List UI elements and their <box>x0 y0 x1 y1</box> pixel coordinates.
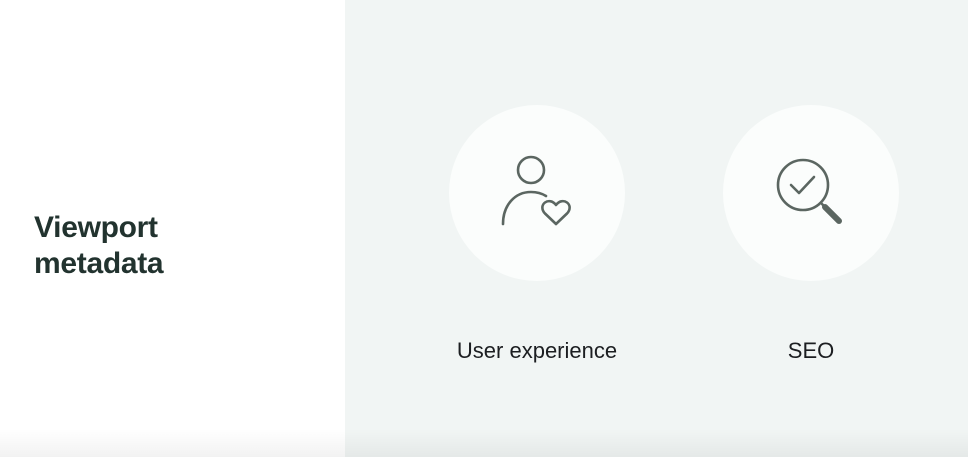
search-check-icon <box>776 158 842 224</box>
feature-seo: SEO <box>711 105 911 365</box>
slide: Viewport metadata User experience SEO <box>0 0 968 457</box>
left-panel: Viewport metadata <box>0 0 345 457</box>
icon-circle <box>449 105 625 281</box>
feature-user-experience: User experience <box>437 105 637 365</box>
slide-title-line-2: metadata <box>34 247 164 280</box>
slide-title-line-1: Viewport <box>34 211 158 244</box>
user-heart-icon <box>501 155 571 226</box>
feature-label-user-experience: User experience <box>456 338 618 363</box>
slide-title: Viewport metadata <box>34 210 324 282</box>
feature-label-seo: SEO <box>787 338 835 363</box>
icon-circle <box>723 105 899 281</box>
